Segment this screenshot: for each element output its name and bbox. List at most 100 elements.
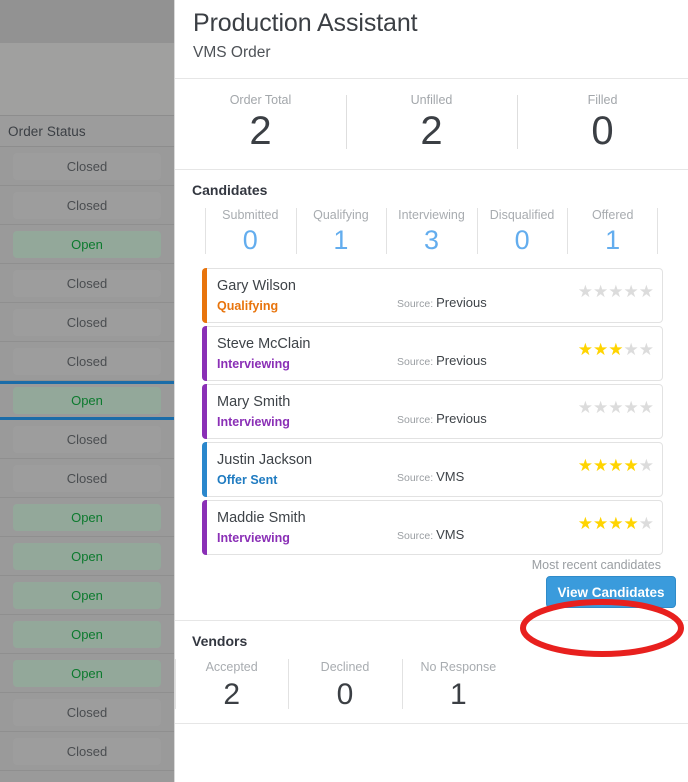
candidate-identity: Gary Wilson Qualifying [217, 276, 397, 315]
candidate-name: Steve McClain [217, 336, 311, 352]
grid-row[interactable]: Open [0, 654, 174, 693]
grid-row[interactable]: Closed [0, 459, 174, 498]
grid-column-header-label: Order Status [8, 123, 86, 139]
candidate-stat-value: 1 [605, 225, 621, 255]
status-badge: Open [13, 620, 161, 648]
candidate-status-label: Interviewing [217, 531, 290, 545]
candidate-source-label: Source: [397, 355, 437, 368]
star-icon: ★ [608, 339, 624, 359]
panel-header: Production Assistant VMS Order [175, 0, 688, 78]
candidate-rating-stars[interactable]: ★★★★★ [578, 515, 654, 532]
grid-row[interactable]: Closed [0, 147, 174, 186]
star-icon: ★ [593, 513, 609, 533]
candidate-source-value: Previous [436, 352, 487, 368]
order-stat-cell: Filled 0 [517, 91, 688, 155]
page-title: Production Assistant [193, 9, 418, 37]
grid-row[interactable]: Closed [0, 342, 174, 381]
candidate-card[interactable]: Mary Smith Interviewing Source: Previous ★★… [202, 384, 663, 439]
candidate-status-label: Interviewing [217, 415, 290, 429]
status-badge: Closed [13, 698, 161, 726]
candidate-identity: Justin Jackson Offer Sent [217, 450, 397, 489]
status-badge: Closed [13, 269, 161, 297]
candidate-name: Maddie Smith [217, 510, 306, 526]
candidate-rating-stars[interactable]: ★★★★★ [578, 457, 654, 474]
status-badge: Closed [13, 425, 161, 453]
star-icon: ★ [577, 513, 593, 533]
candidate-stat-cell: Qualifying 1 [295, 206, 387, 256]
star-icon: ★ [623, 513, 639, 533]
status-badge: Open [13, 230, 161, 258]
star-icon: ★ [593, 397, 609, 417]
candidate-status-label: Interviewing [217, 357, 290, 371]
status-badge: Closed [13, 464, 161, 492]
candidate-source: Source: Previous [397, 410, 578, 428]
candidate-stat-label: Qualifying [313, 208, 369, 222]
candidate-stat-label: Submitted [222, 208, 279, 222]
candidate-stat-label: Disqualified [489, 208, 555, 222]
candidate-status-label: Qualifying [217, 299, 279, 313]
grid-row[interactable]: Open [0, 576, 174, 615]
candidate-status-accent-bar [202, 326, 207, 381]
candidate-rating-stars[interactable]: ★★★★★ [578, 341, 654, 358]
candidate-status-accent-bar [202, 500, 207, 555]
star-icon: ★ [577, 339, 593, 359]
vendor-stat-value: 1 [449, 678, 467, 711]
candidate-source: Source: Previous [397, 294, 578, 312]
candidate-name: Justin Jackson [217, 452, 313, 468]
candidate-stat-cell: Submitted 0 [205, 206, 296, 256]
candidate-name: Mary Smith [217, 394, 291, 410]
order-detail-panel: Production Assistant VMS Order Order Tot… [174, 0, 688, 782]
candidate-card[interactable]: Gary Wilson Qualifying Source: Previous ★★★… [202, 268, 663, 323]
candidate-status-accent-bar [202, 384, 207, 439]
grid-row[interactable]: Closed [0, 186, 174, 225]
status-badge: Closed [13, 737, 161, 765]
candidates-heading: Candidates [192, 182, 268, 198]
grid-row[interactable]: Closed [0, 303, 174, 342]
grid-row[interactable]: Closed [0, 420, 174, 459]
most-recent-candidates-note: Most recent candidates [531, 558, 661, 572]
status-badge: Closed [13, 347, 161, 375]
star-icon: ★ [623, 455, 639, 475]
candidate-stat-label: Interviewing [398, 208, 465, 222]
star-icon: ★ [608, 281, 624, 301]
vendor-stat-label: Declined [320, 660, 370, 674]
candidate-stat-label: Offered [591, 208, 634, 222]
view-candidates-button[interactable]: View Candidates [546, 576, 676, 608]
candidate-card[interactable]: Justin Jackson Offer Sent Source: VMS ★★★★★ [202, 442, 663, 497]
grid-row[interactable]: Closed [0, 264, 174, 303]
candidate-card[interactable]: Steve McClain Interviewing Source: Previou… [202, 326, 663, 381]
candidate-status-accent-bar [202, 268, 207, 323]
grid-row[interactable]: Closed [0, 732, 174, 771]
candidate-stat-value: 0 [514, 225, 530, 255]
grid-column-header-order-status[interactable]: Order Status [0, 115, 174, 147]
candidate-source-value: Previous [436, 294, 487, 310]
candidate-card[interactable]: Maddie Smith Interviewing Source: VMS ★★★★★ [202, 500, 663, 555]
star-icon: ★ [593, 339, 609, 359]
candidate-stat-cell: Offered 1 [567, 206, 658, 256]
grid-row[interactable]: Open [0, 537, 174, 576]
candidate-rating-stars[interactable]: ★★★★★ [578, 399, 654, 416]
candidate-identity: Steve McClain Interviewing [217, 334, 397, 373]
vendor-stat-label: Accepted [205, 660, 258, 674]
grid-row[interactable]: Open [0, 225, 174, 264]
candidate-source-label: Source: [397, 471, 437, 484]
candidate-source-value: VMS [436, 468, 465, 484]
candidates-footer: Most recent candidates View Candidates [175, 558, 688, 620]
candidate-source-value: VMS [436, 526, 465, 542]
order-stat-value: 2 [420, 109, 443, 153]
star-icon: ★ [623, 281, 639, 301]
vendor-stat-value: 2 [223, 678, 240, 711]
order-stats-strip: Order Total 2 Unfilled 2 Filled 0 [175, 79, 688, 169]
grid-row[interactable]: Open [0, 381, 174, 420]
grid-row[interactable]: Closed [0, 693, 174, 732]
candidate-rating-stars[interactable]: ★★★★★ [578, 283, 654, 300]
candidate-stat-value: 3 [423, 225, 439, 255]
screen-root: Order Status Closed Closed Open Closed Close… [0, 0, 688, 782]
candidate-source-value: Previous [436, 410, 487, 426]
candidate-stat-value: 0 [242, 225, 258, 255]
candidate-identity: Mary Smith Interviewing [217, 392, 397, 431]
grid-row[interactable]: Open [0, 498, 174, 537]
candidate-stat-value: 1 [333, 225, 349, 255]
order-stat-value: 0 [591, 109, 614, 153]
grid-row[interactable]: Open [0, 615, 174, 654]
